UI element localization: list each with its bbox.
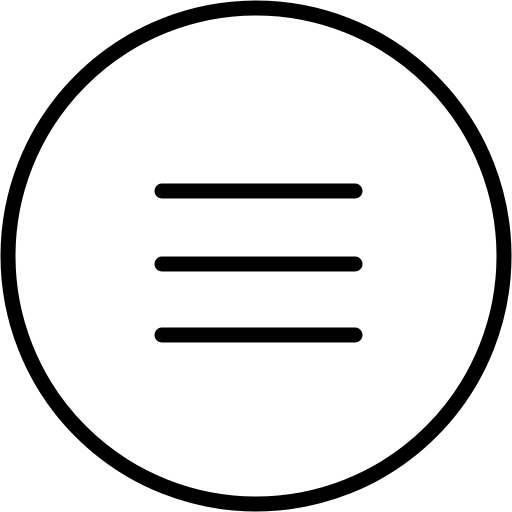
menu-button[interactable] [0,0,512,512]
circle-outline [0,0,512,512]
hamburger-menu-icon [0,0,512,512]
icon-canvas [0,0,512,512]
